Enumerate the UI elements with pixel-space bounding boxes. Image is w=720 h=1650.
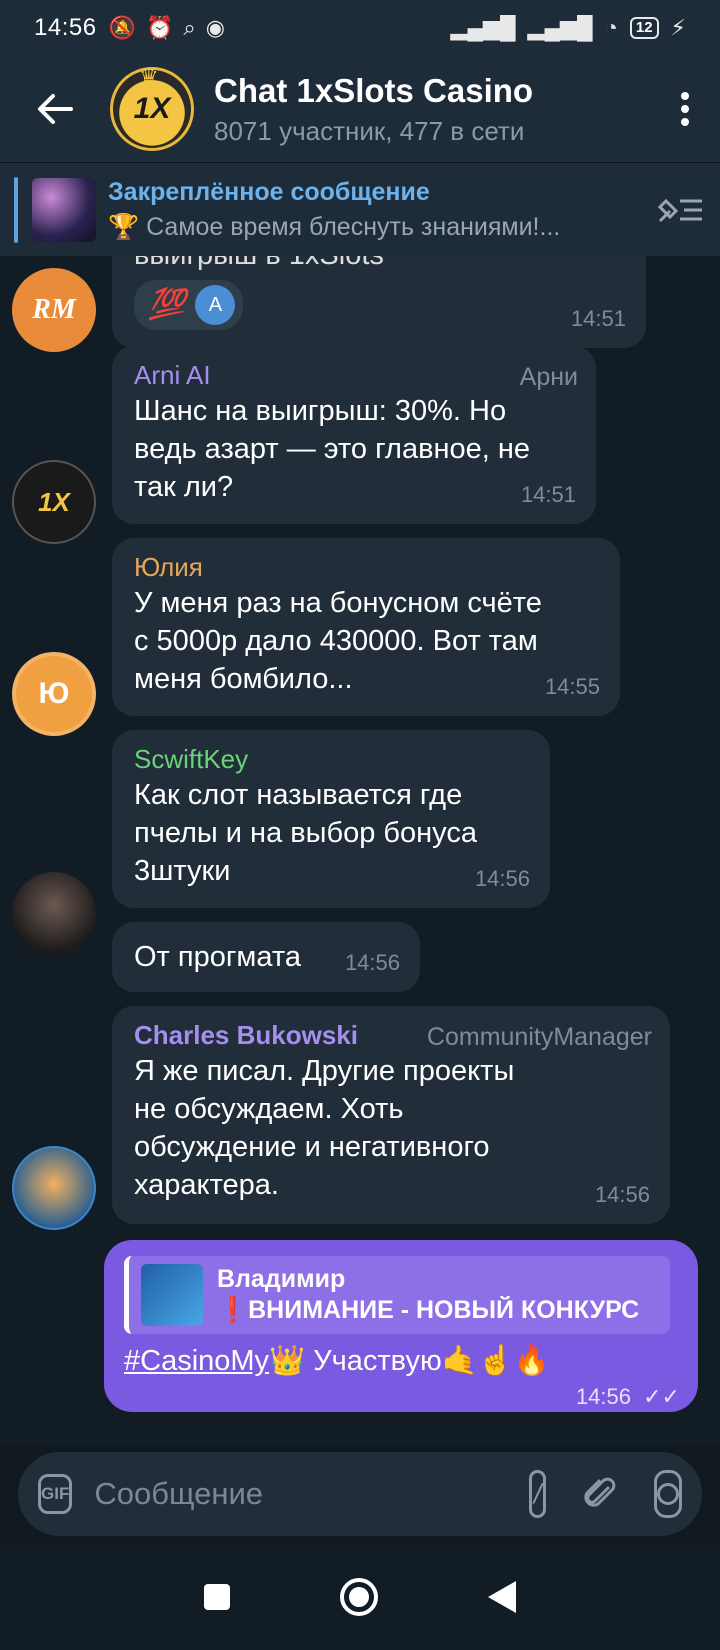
sender-name[interactable]: ScwiftKey	[134, 742, 528, 776]
bot-command-button[interactable]: /	[529, 1470, 546, 1518]
message-time: 14:56	[344, 950, 400, 975]
message-time: 14:55	[544, 674, 600, 699]
message-line: с 5000р дало 430000. Вот там	[134, 625, 538, 657]
avatar[interactable]	[12, 872, 96, 956]
message-line: так ли?	[134, 471, 234, 503]
message-bubble[interactable]: выигрыш в 1xSlots 💯 A 14:51	[112, 256, 646, 348]
back-nav-button[interactable]	[488, 1581, 516, 1613]
chat-subtitle: 8071 участник, 477 в сети	[214, 115, 525, 146]
message-time: 14:56	[594, 1182, 650, 1207]
message-bubble[interactable]: Arni AI Арни Шанс на выигрыш: 30%. Но ве…	[112, 346, 596, 524]
reply-text: ❗ВНИМАНИЕ - НОВЫЙ КОНКУРС	[217, 1296, 640, 1324]
read-checks-icon: ✓✓	[643, 1384, 680, 1409]
message-bubble[interactable]: Юлия У меня раз на бонусном счёте с 5000…	[112, 538, 620, 716]
crown-icon: ♛	[139, 64, 159, 89]
battery-icon: 12	[629, 17, 659, 39]
bell-muted-icon: 🔕	[108, 15, 136, 40]
wifi-icon: ◔	[604, 15, 618, 40]
more-menu-button[interactable]	[650, 56, 720, 162]
message-body: 👑 Участвую🤙☝️🔥	[269, 1345, 551, 1377]
back-button[interactable]	[0, 56, 110, 162]
reaction-pill[interactable]: 💯 A	[134, 280, 244, 330]
paperclip-icon	[584, 1477, 616, 1507]
reply-thumbnail	[141, 1264, 203, 1326]
message-list[interactable]: RM выигрыш в 1xSlots 💯 A 14:51 1X Arni A…	[0, 256, 720, 1446]
pinned-text: 🏆 Самое время блеснуть знаниями!...	[108, 212, 561, 241]
pin-list-icon	[657, 198, 702, 222]
home-button[interactable]	[340, 1578, 378, 1616]
message-input[interactable]	[94, 1476, 494, 1512]
message-line: характера.	[134, 1169, 279, 1201]
sender-name[interactable]: Юлия	[134, 550, 598, 584]
message-line: обсуждение и негативного	[134, 1131, 490, 1163]
pinned-message-bar[interactable]: Закреплённое сообщение 🏆 Самое время бле…	[0, 162, 720, 256]
unpin-button[interactable]	[640, 195, 720, 225]
pinned-title: Закреплённое сообщение	[108, 177, 430, 206]
reactor-avatar: A	[195, 285, 236, 325]
pinned-thumbnail	[32, 177, 96, 242]
sender-rank: CommunityManager	[426, 1023, 652, 1051]
message-line: 3штуки	[134, 855, 231, 887]
message-bubble[interactable]: Charles Bukowski CommunityManager Я же п…	[112, 1006, 670, 1224]
camera-icon	[657, 1483, 679, 1505]
signal-2-icon: ▂▄▆█	[527, 15, 593, 40]
message-line: Как слот называется где	[134, 779, 463, 811]
reply-sender: Владимир	[217, 1265, 346, 1293]
message-text: #CasinoMy👑 Участвую🤙☝️🔥	[124, 1344, 680, 1378]
own-message-bubble[interactable]: Владимир ❗ВНИМАНИЕ - НОВЫЙ КОНКУРС #Casi…	[104, 1240, 698, 1412]
attach-button[interactable]	[582, 1470, 618, 1518]
avatar[interactable]: RM	[12, 268, 96, 352]
arrow-left-icon	[38, 94, 73, 124]
message-line: не обсуждаем. Хоть	[134, 1093, 404, 1125]
status-bar: 14:56 🔕 ⏰ ⌕ ◉ ▂▄▆█ ▂▄▆█ ◔ 12 ⚡	[0, 0, 720, 56]
message-line: Шанс на выигрыш: 30%. Но	[134, 395, 507, 427]
chat-avatar-logo: 1X	[133, 92, 171, 125]
message-line: ведь азарт — это главное, не	[134, 433, 531, 465]
gif-button[interactable]: GIF	[38, 1474, 73, 1514]
avatar[interactable]: Ю	[12, 652, 96, 736]
chat-title: Chat 1xSlots Casino	[214, 71, 534, 109]
system-nav-bar	[0, 1544, 720, 1650]
message-time: 14:56	[575, 1384, 631, 1409]
sender-name[interactable]: Arni AI	[134, 358, 574, 392]
charging-icon: ⚡	[670, 15, 686, 40]
message-line: Я же писал. Другие проекты	[134, 1055, 515, 1087]
reply-preview[interactable]: Владимир ❗ВНИМАНИЕ - НОВЫЙ КОНКУРС	[124, 1256, 670, 1334]
message-time: 14:51	[520, 482, 576, 507]
status-time: 14:56	[34, 14, 97, 41]
message-time: 14:51	[570, 306, 626, 331]
chat-avatar[interactable]: ♛ 1X	[110, 64, 194, 151]
message-line: меня бомбило...	[134, 663, 353, 695]
avatar[interactable]: 1X	[12, 460, 96, 544]
recents-button[interactable]	[204, 1584, 230, 1610]
video-message-button[interactable]	[654, 1470, 682, 1518]
chat-header: ♛ 1X Chat 1xSlots Casino 8071 участник, …	[0, 56, 720, 162]
message-text: выигрыш в 1xSlots	[134, 256, 624, 274]
chat-title-block[interactable]: Chat 1xSlots Casino 8071 участник, 477 в…	[214, 72, 650, 147]
message-bubble[interactable]: От прогмата 14:56	[112, 922, 420, 992]
search-icon: ⌕	[183, 15, 196, 40]
message-time: 14:56	[474, 866, 530, 891]
more-vertical-icon	[681, 92, 689, 126]
avatar[interactable]	[12, 1146, 96, 1230]
message-line: пчелы и на выбор бонуса	[134, 817, 477, 849]
reaction-emoji: 💯	[148, 288, 186, 321]
home-icon	[349, 1587, 369, 1607]
alarm-icon: ⏰	[145, 15, 174, 40]
hashtag-link[interactable]: #CasinoMy	[124, 1345, 269, 1377]
sender-rank: Арни	[519, 363, 578, 391]
message-composer: GIF /	[18, 1452, 702, 1536]
message-bubble[interactable]: ScwiftKey Как слот называется где пчелы …	[112, 730, 550, 908]
message-line: У меня раз на бонусном счёте	[134, 587, 542, 619]
vpn-icon: ◉	[205, 15, 225, 40]
pinned-indicator	[14, 176, 18, 243]
signal-icon: ▂▄▆█	[450, 15, 516, 40]
